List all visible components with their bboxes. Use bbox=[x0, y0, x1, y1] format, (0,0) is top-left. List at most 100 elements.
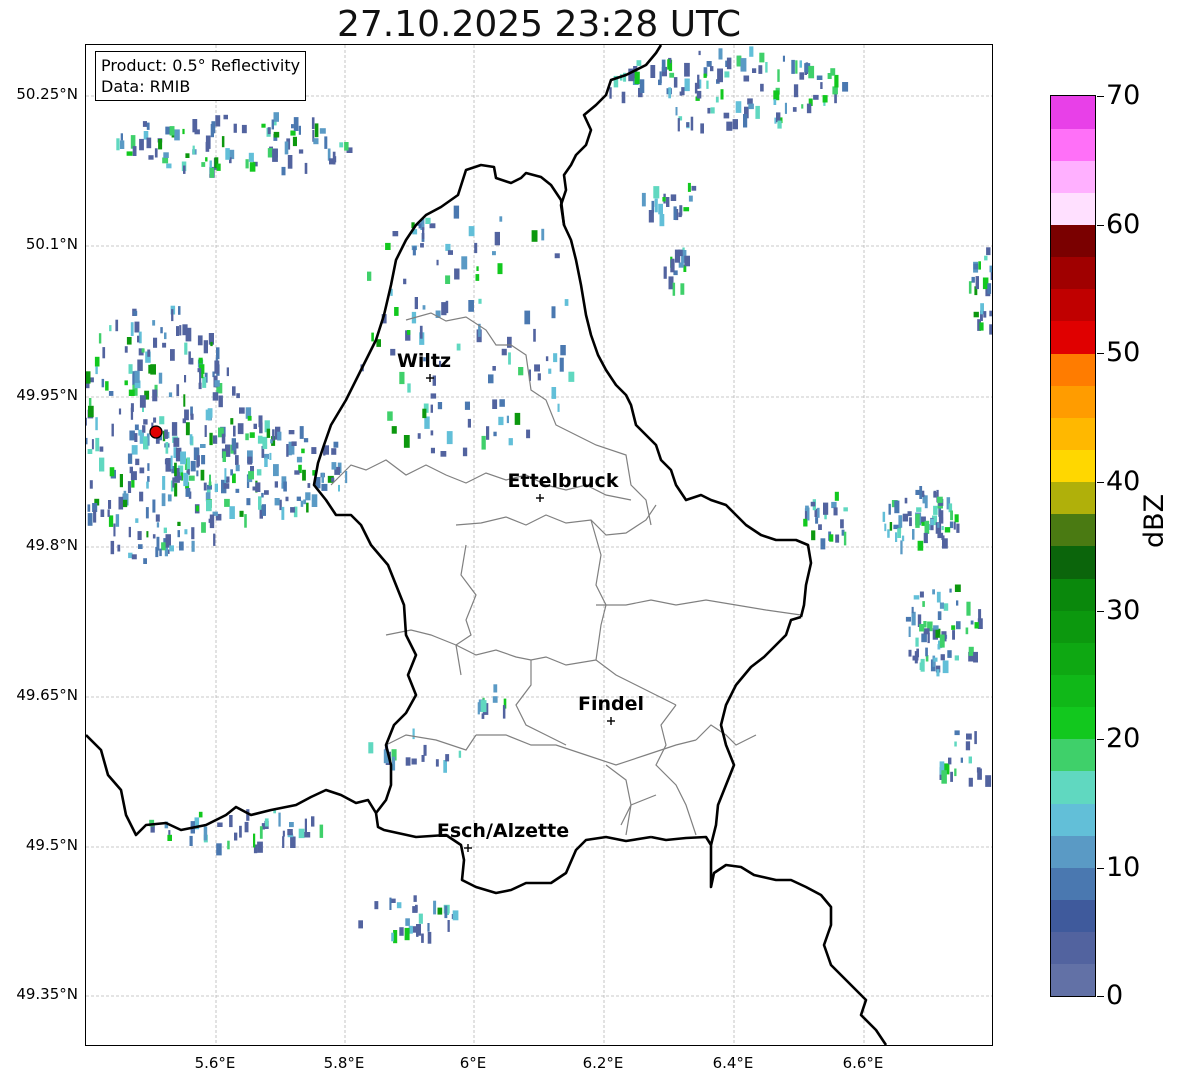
colorbar-tick bbox=[1097, 739, 1104, 740]
country-borders bbox=[86, 45, 888, 1045]
echo-pixel bbox=[253, 423, 257, 429]
echo-pixel bbox=[98, 333, 102, 344]
echo-pixel bbox=[933, 657, 938, 662]
echo-pixel bbox=[287, 155, 293, 169]
echo-pixel bbox=[331, 448, 337, 455]
echo-pixel bbox=[888, 503, 891, 515]
colorbar-segment bbox=[1051, 449, 1095, 483]
echo-pixel bbox=[777, 120, 782, 129]
echo-pixel bbox=[180, 451, 186, 465]
echo-pixel bbox=[190, 413, 194, 420]
echo-pixel bbox=[924, 495, 928, 509]
echo-pixel bbox=[147, 476, 150, 482]
lat-label: 50.25°N bbox=[16, 85, 78, 103]
echo-pixel bbox=[111, 423, 114, 437]
echo-pixel bbox=[553, 353, 558, 363]
echo-pixel bbox=[947, 650, 952, 658]
echo-pixel bbox=[813, 94, 819, 100]
echo-pixel bbox=[154, 148, 158, 158]
colorbar-segment bbox=[1051, 899, 1095, 933]
echo-pixel bbox=[290, 836, 296, 848]
echo-pixel bbox=[303, 499, 306, 505]
echo-pixel bbox=[392, 756, 396, 771]
echo-pixel bbox=[168, 830, 171, 835]
echo-pixel bbox=[143, 558, 147, 564]
echo-pixel bbox=[225, 148, 230, 160]
echo-pixel bbox=[954, 514, 959, 523]
echo-pixel bbox=[159, 416, 165, 425]
echo-pixel bbox=[968, 281, 972, 294]
colorbar-tick bbox=[1097, 611, 1104, 612]
echo-pixel bbox=[975, 276, 979, 290]
echo-pixel bbox=[752, 68, 757, 73]
echo-pixel bbox=[843, 531, 847, 546]
echo-pixel bbox=[430, 404, 433, 413]
echo-pixel bbox=[119, 140, 125, 149]
echo-pixel bbox=[673, 77, 678, 88]
echo-pixel bbox=[189, 434, 193, 445]
echo-pixel bbox=[670, 194, 677, 201]
echo-pixel bbox=[338, 484, 340, 492]
echo-pixel bbox=[153, 337, 158, 348]
echo-pixel bbox=[323, 451, 326, 456]
echo-pixel bbox=[939, 602, 944, 609]
echo-pixel bbox=[210, 341, 213, 347]
map-canvas bbox=[86, 45, 992, 1045]
echo-pixel bbox=[672, 282, 676, 296]
echo-pixel bbox=[273, 112, 279, 122]
echo-pixel bbox=[700, 123, 704, 134]
echo-pixel bbox=[974, 622, 979, 629]
echo-pixel bbox=[407, 330, 411, 335]
echo-pixel bbox=[808, 65, 815, 79]
echo-pixel bbox=[139, 138, 144, 151]
echo-pixel bbox=[339, 142, 344, 148]
echo-pixel bbox=[445, 754, 450, 762]
colorbar-label: 70 bbox=[1106, 80, 1141, 111]
echo-pixel bbox=[923, 621, 927, 628]
echo-pixel bbox=[306, 502, 309, 513]
echo-pixel bbox=[423, 744, 427, 756]
echo-pixel bbox=[200, 444, 206, 448]
echo-pixel bbox=[130, 471, 137, 481]
echo-pixel bbox=[214, 483, 218, 492]
echo-pixel bbox=[301, 448, 305, 454]
echo-pixel bbox=[191, 527, 195, 540]
echo-pixel bbox=[492, 251, 496, 256]
echo-pixel bbox=[374, 901, 379, 910]
echo-pixel bbox=[155, 514, 160, 522]
echo-pixel bbox=[922, 601, 925, 607]
echo-pixel bbox=[950, 771, 953, 782]
echo-pixel bbox=[227, 840, 230, 850]
echo-pixel bbox=[907, 511, 912, 517]
echo-pixel bbox=[956, 600, 959, 606]
echo-pixel bbox=[658, 203, 663, 215]
echo-pixel bbox=[165, 126, 171, 135]
echo-pixel bbox=[176, 326, 180, 336]
echo-pixel bbox=[264, 490, 269, 495]
echo-pixel bbox=[304, 818, 307, 833]
echo-pixel bbox=[541, 228, 545, 241]
echo-pixel bbox=[127, 481, 132, 493]
echo-pixel bbox=[427, 923, 430, 932]
echo-pixel bbox=[396, 902, 402, 909]
echo-pixel bbox=[908, 649, 912, 657]
echo-pixel bbox=[447, 250, 453, 255]
echo-pixel bbox=[715, 96, 719, 103]
echo-pixel bbox=[422, 227, 425, 239]
echo-pixel bbox=[116, 138, 120, 151]
colorbar-segment bbox=[1051, 321, 1095, 354]
echo-pixel bbox=[311, 816, 315, 827]
echo-pixel bbox=[639, 79, 645, 93]
echo-pixel bbox=[799, 72, 805, 80]
echo-pixel bbox=[91, 439, 94, 450]
echo-pixel bbox=[105, 381, 109, 391]
echo-pixel bbox=[167, 834, 172, 841]
colorbar-segment bbox=[1051, 96, 1095, 129]
echo-pixel bbox=[677, 118, 680, 132]
echo-pixel bbox=[278, 812, 281, 827]
echo-pixel bbox=[187, 469, 190, 474]
echo-pixel bbox=[534, 364, 540, 372]
echo-pixel bbox=[461, 256, 468, 270]
echo-pixel bbox=[735, 101, 742, 113]
echo-pixel bbox=[941, 526, 944, 531]
